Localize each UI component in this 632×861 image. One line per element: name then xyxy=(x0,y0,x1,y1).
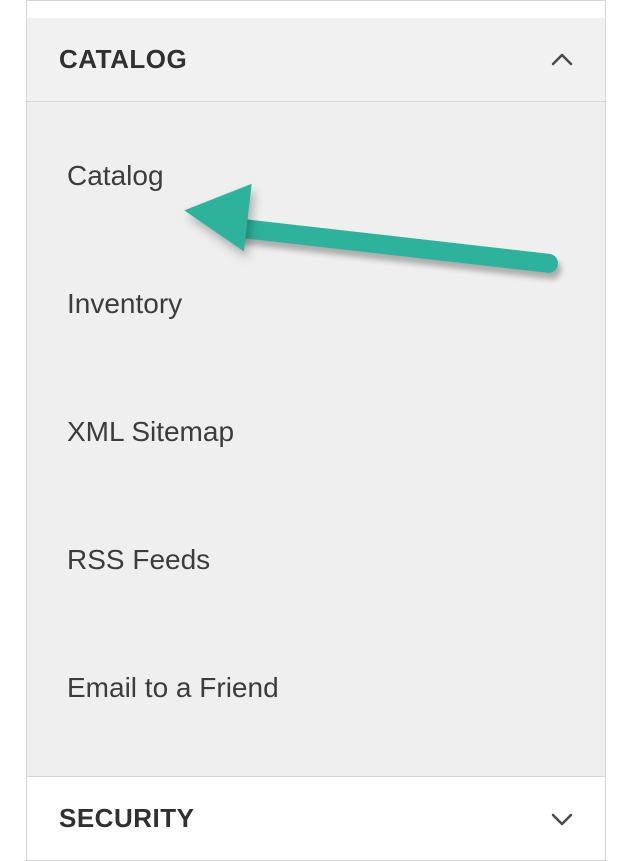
chevron-up-icon xyxy=(551,49,573,71)
submenu-item-rss-feeds[interactable]: RSS Feeds xyxy=(27,524,605,596)
submenu-item-xml-sitemap[interactable]: XML Sitemap xyxy=(27,396,605,468)
section-top-sliver xyxy=(26,0,606,18)
submenu-item-catalog[interactable]: Catalog xyxy=(27,140,605,212)
submenu-catalog: Catalog Inventory XML Sitemap RSS Feeds … xyxy=(27,101,605,776)
section-title-security: SECURITY xyxy=(59,803,194,834)
submenu-item-inventory[interactable]: Inventory xyxy=(27,268,605,340)
section-catalog: CATALOG Catalog Inventory XML Sitemap RS… xyxy=(26,18,606,777)
chevron-down-icon xyxy=(551,808,573,830)
section-header-security[interactable]: SECURITY xyxy=(27,777,605,860)
sidebar-panel: CATALOG Catalog Inventory XML Sitemap RS… xyxy=(0,0,632,861)
submenu-item-email-friend[interactable]: Email to a Friend xyxy=(27,652,605,724)
section-header-catalog[interactable]: CATALOG xyxy=(27,18,605,101)
section-title-catalog: CATALOG xyxy=(59,44,187,75)
section-security: SECURITY xyxy=(26,777,606,861)
